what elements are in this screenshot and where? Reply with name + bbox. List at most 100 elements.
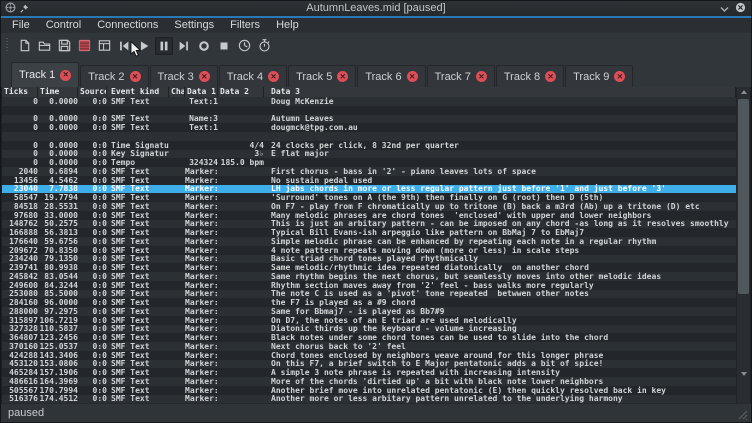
tab-close-icon[interactable]: ✕ bbox=[199, 71, 210, 82]
close-button[interactable] bbox=[735, 0, 746, 18]
menu-connections[interactable]: Connections bbox=[89, 18, 166, 33]
event-row[interactable]: 486616164.39690:0SMF TextMarker:6More of… bbox=[2, 377, 736, 386]
scrollbar-thumb[interactable] bbox=[738, 99, 749, 294]
tab-track-8[interactable]: Track 8✕ bbox=[496, 65, 564, 87]
event-row[interactable]: 424288143.34060:0SMF TextMarker:6Chord t… bbox=[2, 351, 736, 360]
event-row[interactable]: 00.00000:0SMF TextName:3Autumn Leaves bbox=[2, 115, 736, 124]
scroll-down-button[interactable] bbox=[737, 367, 750, 380]
tab-track-9[interactable]: Track 9 ✕ bbox=[565, 65, 633, 87]
tab-close-icon[interactable]: ✕ bbox=[337, 71, 348, 82]
save-file-button[interactable] bbox=[55, 37, 73, 55]
column-header-chan[interactable]: Chan bbox=[169, 87, 185, 97]
tab-close-icon[interactable]: ✕ bbox=[545, 71, 556, 82]
event-row[interactable]: 14876250.25750:0SMF TextMarker:6This is … bbox=[2, 220, 736, 229]
column-header-source[interactable]: Source bbox=[78, 87, 107, 97]
column-header-data-3[interactable]: Data 3 bbox=[264, 87, 736, 97]
tab-close-icon[interactable]: ✕ bbox=[407, 71, 418, 82]
column-header-ticks[interactable]: Ticks bbox=[2, 87, 38, 97]
event-row[interactable]: 00.00000:0Key Signature3♭E flat major bbox=[2, 150, 736, 159]
event-row[interactable]: 134564.54620:0SMF TextMarker:6No sustain… bbox=[2, 176, 736, 185]
menu-settings[interactable]: Settings bbox=[166, 18, 222, 33]
column-header-time[interactable]: Time bbox=[38, 87, 78, 97]
event-row[interactable]: 465284157.19060:0SMF TextMarker:6A simpl… bbox=[2, 368, 736, 377]
tab-track-3[interactable]: Track 3✕ bbox=[150, 65, 218, 87]
column-header-data-1[interactable]: Data 1 bbox=[185, 87, 218, 97]
event-row[interactable] bbox=[2, 106, 736, 115]
cell-kind: SMF Text bbox=[107, 368, 169, 377]
event-row[interactable]: 28800097.29750:0SMF TextMarker:6Same for… bbox=[2, 307, 736, 316]
event-row[interactable] bbox=[2, 132, 736, 141]
menu-help[interactable]: Help bbox=[268, 18, 307, 33]
menu-file[interactable]: File bbox=[4, 18, 38, 33]
cell-kind: SMF Text bbox=[107, 333, 169, 342]
record-button[interactable] bbox=[195, 37, 213, 55]
new-file-button[interactable] bbox=[15, 37, 33, 55]
event-row[interactable]: 230407.78380:0SMF TextMarker:6LH jabs ch… bbox=[2, 185, 736, 194]
event-row[interactable]: 00.00000:0SMF TextText:1dougmck@tpg.com.… bbox=[2, 123, 736, 132]
event-row[interactable]: 24960084.32440:0SMF TextMarker:6Rhythm s… bbox=[2, 281, 736, 290]
tab-track-7[interactable]: Track 7✕ bbox=[427, 65, 495, 87]
tab-track-1[interactable]: Track 1✕ bbox=[11, 62, 79, 87]
event-row[interactable]: 16688856.38130:0SMF TextMarker:6Typical … bbox=[2, 228, 736, 237]
event-row[interactable]: 505567170.79940:0SMF TextMarker:6Another… bbox=[2, 386, 736, 395]
skip-forward-button[interactable] bbox=[175, 37, 193, 55]
tab-track-4[interactable]: Track 4✕ bbox=[219, 65, 287, 87]
cell-d3: dougmck@tpg.com.au bbox=[264, 123, 736, 132]
event-row[interactable]: 24584283.05440:0SMF TextMarker:6Same rhy… bbox=[2, 272, 736, 281]
metronome-button[interactable] bbox=[255, 37, 273, 55]
menubar: FileControlConnectionsSettingsFiltersHel… bbox=[1, 18, 751, 33]
event-row[interactable]: 315897106.72190:0SMF TextMarker:6On D7, … bbox=[2, 316, 736, 325]
cell-source: 0:0 bbox=[78, 316, 107, 325]
event-row[interactable]: 17664059.67560:0SMF TextMarker:6Simple m… bbox=[2, 237, 736, 246]
titlebar[interactable]: AutumnLeaves.mid [paused] bbox=[1, 1, 751, 16]
tab-label: Track 9 bbox=[573, 71, 609, 83]
event-row[interactable]: 453120153.08060:0SMF TextMarker:6On this… bbox=[2, 360, 736, 369]
cell-time: 0.0000 bbox=[38, 123, 78, 132]
cell-time: 56.3813 bbox=[38, 228, 78, 237]
event-row[interactable]: 25308085.50000:0SMF TextMarker:6The note… bbox=[2, 290, 736, 299]
tab-track-6[interactable]: Track 6✕ bbox=[357, 65, 425, 87]
time-display-button[interactable] bbox=[235, 37, 253, 55]
event-row[interactable]: 5854719.77940:0SMF TextMarker:6'Surround… bbox=[2, 193, 736, 202]
cell-ticks: 505567 bbox=[2, 386, 38, 395]
event-row[interactable]: 8451828.55310:0SMF TextMarker:6On F7 - p… bbox=[2, 202, 736, 211]
tab-track-2[interactable]: Track 2✕ bbox=[80, 65, 148, 87]
menu-filters[interactable]: Filters bbox=[222, 18, 268, 33]
menu-control[interactable]: Control bbox=[38, 18, 89, 33]
event-row[interactable]: 9768033.00000:0SMF TextMarker:6Many melo… bbox=[2, 211, 736, 220]
event-list-toggle-button[interactable] bbox=[75, 37, 93, 55]
tab-close-icon[interactable]: ✕ bbox=[60, 70, 71, 81]
event-row[interactable]: 20400.68940:0SMF TextMarker:6First choru… bbox=[2, 167, 736, 176]
event-row[interactable]: 23974180.99380:0SMF TextMarker:6Same mel… bbox=[2, 263, 736, 272]
vertical-scrollbar[interactable] bbox=[736, 87, 750, 403]
event-row[interactable]: 364807123.24560:0SMF TextMarker:6Black n… bbox=[2, 333, 736, 342]
event-row[interactable]: 23424079.13500:0SMF TextMarker:6Basic tr… bbox=[2, 255, 736, 264]
column-header-data-2[interactable]: Data 2 bbox=[218, 87, 264, 97]
scroll-up-button[interactable] bbox=[737, 87, 750, 97]
pause-button[interactable] bbox=[155, 37, 173, 55]
open-file-button[interactable] bbox=[35, 37, 53, 55]
tab-close-icon[interactable]: ✕ bbox=[476, 71, 487, 82]
event-row[interactable]: 00.00000:0SMF TextText:1Doug McKenzie bbox=[2, 97, 736, 106]
tab-close-icon[interactable]: ✕ bbox=[268, 71, 279, 82]
cell-d3: 4 note pattern repeats moving down (more… bbox=[264, 246, 736, 255]
event-row[interactable]: 28416096.00000:0SMF TextMarker:6the F7 i… bbox=[2, 298, 736, 307]
event-row[interactable]: 516376174.45120:0SMF TextMarker:6Another… bbox=[2, 395, 736, 404]
event-row[interactable]: 00.00000:0Tempo324324185.0 bpm bbox=[2, 158, 736, 167]
scrollbar-track[interactable] bbox=[737, 97, 750, 403]
event-row[interactable]: 327328110.58370:0SMF TextMarker:6Diatoni… bbox=[2, 325, 736, 334]
event-row[interactable]: 00.00000:0Time Signature4/424 clocks per… bbox=[2, 141, 736, 150]
shade-button[interactable] bbox=[720, 0, 729, 18]
stop-button[interactable] bbox=[215, 37, 233, 55]
toolbar-grip-handle[interactable] bbox=[5, 38, 10, 53]
tab-track-5[interactable]: Track 5✕ bbox=[288, 65, 356, 87]
event-row[interactable]: 370160125.05370:0SMF TextMarker:6Next ch… bbox=[2, 342, 736, 351]
column-header-event-kind[interactable]: Event kind bbox=[107, 87, 169, 97]
resize-grip[interactable] bbox=[736, 407, 748, 419]
skip-backward-button[interactable] bbox=[115, 37, 133, 55]
tab-close-icon[interactable]: ✕ bbox=[614, 71, 625, 82]
play-button[interactable] bbox=[135, 37, 153, 55]
tab-close-icon[interactable]: ✕ bbox=[130, 71, 141, 82]
channels-window-button[interactable] bbox=[95, 37, 113, 55]
event-row[interactable]: 20967270.83500:0SMF TextMarker:64 note p… bbox=[2, 246, 736, 255]
